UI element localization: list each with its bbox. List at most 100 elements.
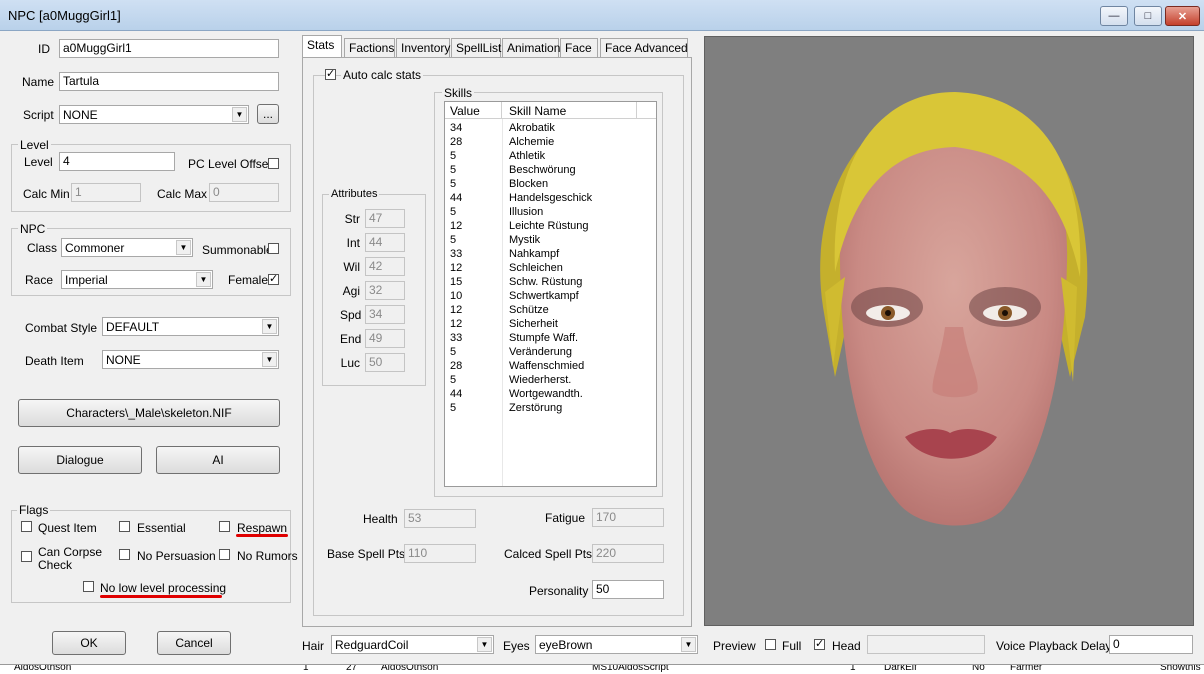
skill-row[interactable]: 12 Schütze — [445, 304, 656, 318]
skill-row[interactable]: 5 Beschwörung — [445, 164, 656, 178]
background-list-cell: Farmer — [1010, 664, 1043, 673]
chevron-down-icon: ▼ — [232, 107, 247, 122]
background-list-cell: 1 — [850, 664, 856, 673]
minimize-icon[interactable]: — — [1100, 6, 1128, 26]
death-item-select[interactable]: NONE ▼ — [102, 350, 279, 369]
background-list-cell: 27 — [346, 664, 358, 673]
no-rumors-checkbox[interactable] — [219, 549, 230, 560]
skill-row[interactable]: 44 Handelsgeschick — [445, 192, 656, 206]
skill-name: Beschwörung — [509, 164, 576, 176]
maximize-icon[interactable]: □ — [1134, 6, 1162, 26]
essential-checkbox[interactable] — [119, 521, 130, 532]
chevron-down-icon: ▼ — [196, 272, 211, 287]
voice-playback-delay-label: Voice Playback Delay — [996, 639, 1112, 653]
script-browse-button[interactable]: ... — [257, 104, 279, 124]
eyes-select[interactable]: eyeBrown ▼ — [535, 635, 698, 654]
skill-row[interactable]: 12 Leichte Rüstung — [445, 220, 656, 234]
respawn-checkbox[interactable] — [219, 521, 230, 532]
skill-value: 12 — [450, 220, 463, 232]
id-field[interactable]: a0MuggGirl1 — [59, 39, 279, 58]
combat-style-select[interactable]: DEFAULT ▼ — [102, 317, 279, 336]
skill-row[interactable]: 33 Stumpfe Waff. — [445, 332, 656, 346]
level-field[interactable]: 4 — [59, 152, 175, 171]
skill-value: 28 — [450, 360, 463, 372]
skill-row[interactable]: 5 Mystik — [445, 234, 656, 248]
tab-spelllist[interactable]: SpellList — [451, 38, 501, 57]
can-corpse-check-checkbox[interactable] — [21, 551, 32, 562]
eyes-label: Eyes — [503, 639, 530, 653]
health-field: 53 — [404, 509, 476, 528]
attribute-label-int: Int — [346, 236, 360, 250]
tab-stats[interactable]: Stats — [302, 35, 342, 58]
skill-row[interactable]: 34 Akrobatik — [445, 122, 656, 136]
skill-row[interactable]: 15 Schw. Rüstung — [445, 276, 656, 290]
tab-face-advanced[interactable]: Face Advanced — [600, 38, 688, 57]
race-select[interactable]: Imperial ▼ — [61, 270, 213, 289]
skill-row[interactable]: 5 Veränderung — [445, 346, 656, 360]
skill-value: 34 — [450, 122, 463, 134]
personality-field[interactable]: 50 — [592, 580, 664, 599]
skill-row[interactable]: 28 Waffenschmied — [445, 360, 656, 374]
tab-face[interactable]: Face — [560, 38, 598, 57]
voice-playback-delay-field[interactable]: 0 — [1109, 635, 1193, 654]
cancel-button[interactable]: Cancel — [157, 631, 231, 655]
skill-row[interactable]: 5 Zerstörung — [445, 402, 656, 416]
skill-value: 5 — [450, 164, 457, 176]
female-checkbox[interactable]: ✓ — [268, 274, 279, 285]
script-select[interactable]: NONE ▼ — [59, 105, 249, 124]
skill-row[interactable]: 12 Sicherheit — [445, 318, 656, 332]
skill-row[interactable]: 12 Schleichen — [445, 262, 656, 276]
skill-name: Nahkampf — [509, 248, 560, 260]
base-spell-pts-field: 110 — [404, 544, 476, 563]
ok-button[interactable]: OK — [52, 631, 126, 655]
attribute-label-str: Str — [344, 212, 360, 226]
skill-name: Alchemie — [509, 136, 555, 148]
skill-row[interactable]: 5 Blocken — [445, 178, 656, 192]
close-icon[interactable]: ✕ — [1165, 6, 1200, 26]
skills-header-name[interactable]: Skill Name — [502, 102, 637, 119]
skills-list[interactable]: Value Skill Name 34 Akrobatik 28 Alchemie 5 A… — [444, 101, 657, 487]
class-select[interactable]: Commoner ▼ — [61, 238, 193, 257]
skill-value: 15 — [450, 276, 463, 288]
eyes-value: eyeBrown — [539, 638, 593, 652]
dialogue-button[interactable]: Dialogue — [18, 446, 142, 474]
skill-name: Athletik — [509, 150, 546, 162]
auto-calc-checkbox[interactable]: ✓ — [325, 69, 336, 80]
hair-value: RedguardCoil — [335, 638, 409, 652]
name-field[interactable]: Tartula — [59, 72, 279, 91]
quest-item-checkbox[interactable] — [21, 521, 32, 532]
skill-name: Leichte Rüstung — [509, 220, 589, 232]
skills-group-title: Skills — [442, 86, 475, 100]
skill-row[interactable]: 28 Alchemie — [445, 136, 656, 150]
head-checkbox[interactable]: ✓ — [814, 639, 825, 650]
summonable-checkbox[interactable] — [268, 243, 279, 254]
skill-row[interactable]: 5 Athletik — [445, 150, 656, 164]
tab-animation[interactable]: Animation — [502, 38, 560, 57]
face-render-image — [820, 92, 1088, 526]
skill-row[interactable]: 10 Schwertkampf — [445, 290, 656, 304]
full-checkbox[interactable] — [765, 639, 776, 650]
preview-progress-field — [867, 635, 985, 654]
npc-group-title: NPC — [18, 222, 48, 236]
level-label: Level — [24, 155, 53, 169]
pc-level-offset-checkbox[interactable] — [268, 158, 279, 169]
skill-row[interactable]: 5 Wiederherst. — [445, 374, 656, 388]
skill-row[interactable]: 33 Nahkampf — [445, 248, 656, 262]
tab-factions[interactable]: Factions — [344, 38, 395, 57]
combat-style-label: Combat Style — [25, 321, 98, 335]
face-preview-viewport[interactable] — [704, 36, 1194, 626]
skill-name: Wortgewandth. — [509, 388, 583, 400]
skill-row[interactable]: 5 Illusion — [445, 206, 656, 220]
no-low-level-processing-checkbox[interactable] — [83, 581, 94, 592]
attribute-field-luc: 50 — [365, 353, 405, 372]
skill-value: 44 — [450, 192, 463, 204]
skill-value: 44 — [450, 388, 463, 400]
ai-button[interactable]: AI — [156, 446, 280, 474]
hair-select[interactable]: RedguardCoil ▼ — [331, 635, 494, 654]
skeleton-model-button[interactable]: Characters\_Male\skeleton.NIF — [18, 399, 280, 427]
skills-header-value[interactable]: Value — [445, 102, 502, 119]
no-persuasion-checkbox[interactable] — [119, 549, 130, 560]
tab-inventory[interactable]: Inventory — [396, 38, 450, 57]
background-list-cell: AldosOthson — [14, 664, 72, 673]
skill-row[interactable]: 44 Wortgewandth. — [445, 388, 656, 402]
